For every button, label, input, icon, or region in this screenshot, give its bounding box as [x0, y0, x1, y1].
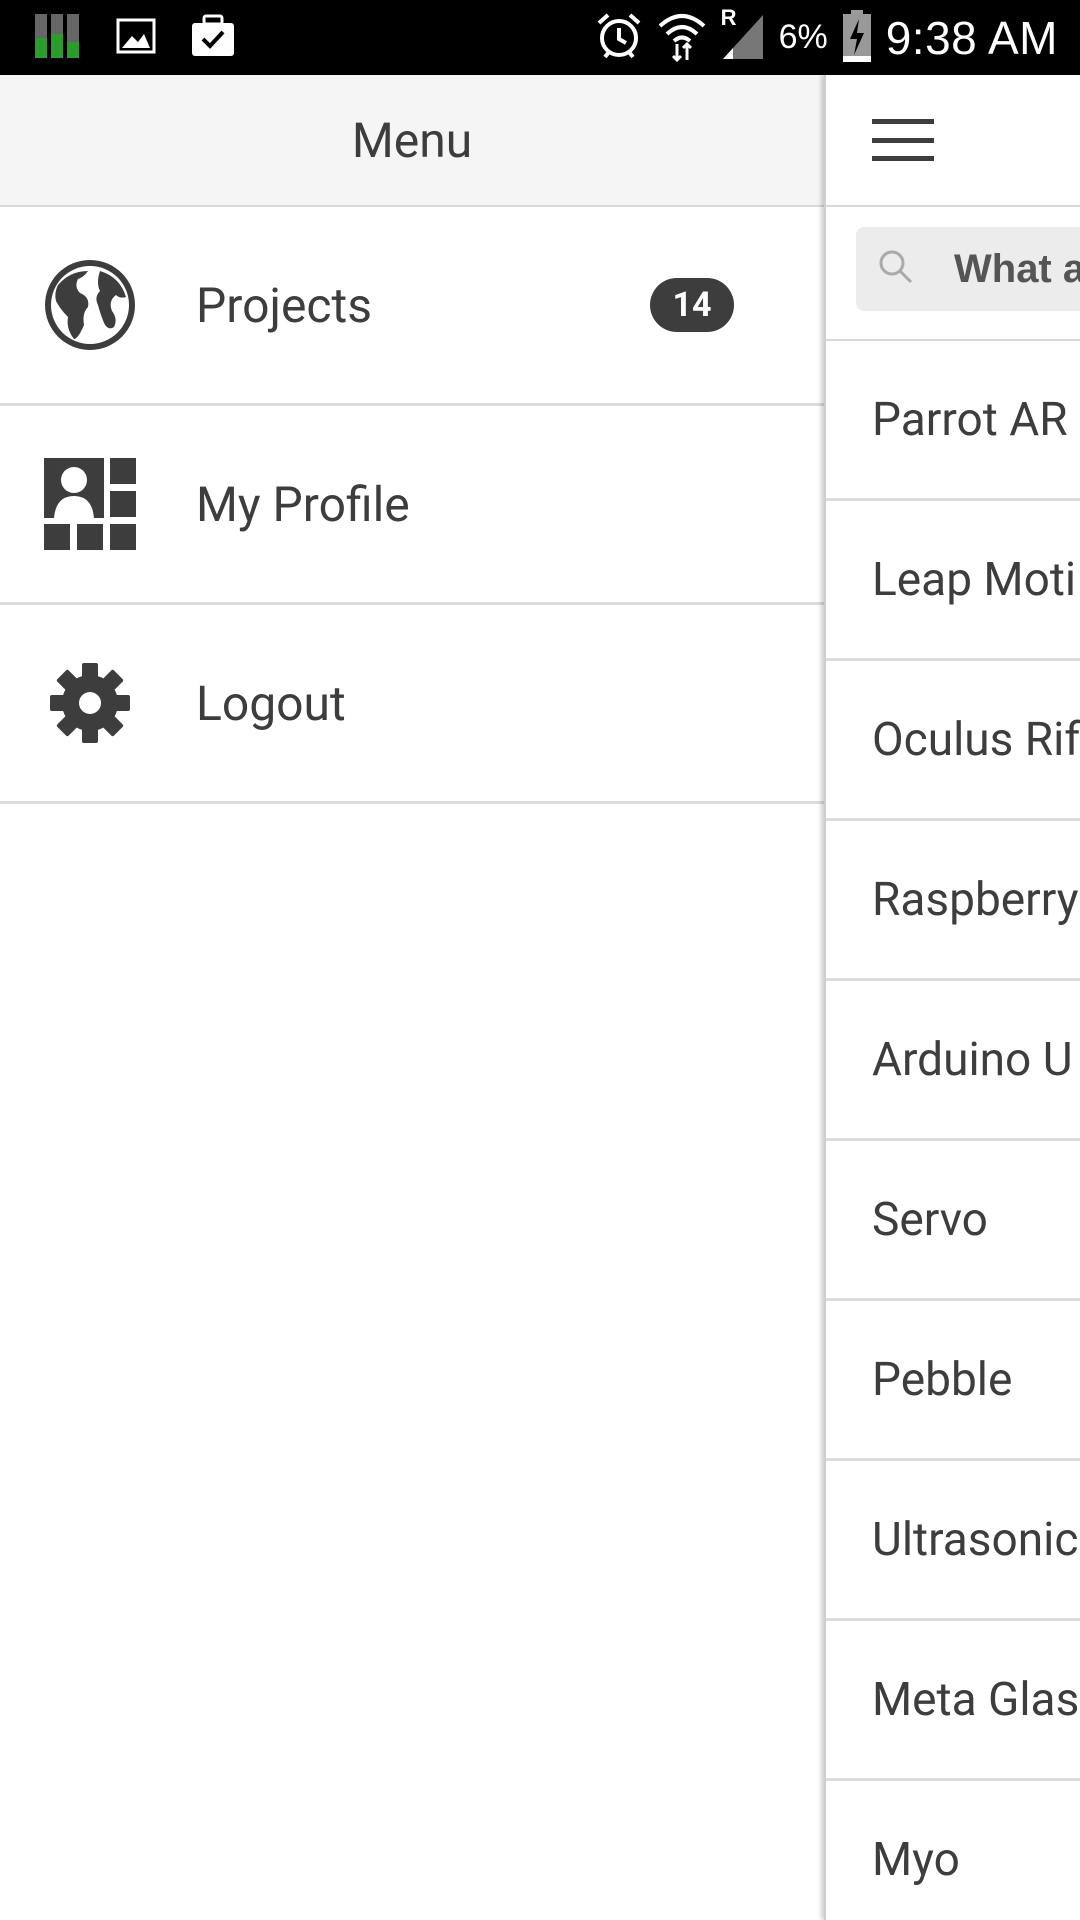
alarm-icon: [595, 11, 643, 65]
list-item-label: Raspberry: [872, 872, 1079, 927]
image-icon: [116, 18, 156, 58]
list-item-label: Servo: [872, 1192, 988, 1247]
cell-signal-icon: R: [721, 5, 765, 65]
menu-item-my-profile[interactable]: My Profile: [0, 406, 824, 605]
navigation-drawer: Menu Projects 14 My Profile Logout: [0, 75, 824, 1920]
menu-item-projects[interactable]: Projects 14: [0, 207, 824, 406]
menu-item-logout[interactable]: Logout: [0, 605, 824, 804]
list-item[interactable]: Arduino U: [826, 981, 1080, 1141]
list-item[interactable]: Raspberry: [826, 821, 1080, 981]
menu-item-label: Logout: [196, 674, 346, 732]
profile-grid-icon: [44, 458, 136, 550]
projects-count-badge: 14: [650, 278, 734, 332]
drawer-header: Menu: [0, 75, 824, 207]
list-item-label: Leap Moti: [872, 552, 1077, 607]
search-bar: [826, 207, 1080, 341]
signal-bars-icon: [34, 12, 82, 64]
search-input[interactable]: [954, 227, 1080, 311]
list-item-label: Arduino U: [872, 1032, 1073, 1087]
briefcase-check-icon: [190, 14, 236, 62]
list-item[interactable]: Ultrasonic: [826, 1461, 1080, 1621]
battery-percent: 6%: [778, 18, 828, 56]
list-item[interactable]: Pebble: [826, 1301, 1080, 1461]
clock-time: 9:38 AM: [885, 11, 1058, 64]
search-icon: [876, 247, 916, 291]
main-header: [826, 75, 1080, 207]
list-item[interactable]: Myo: [826, 1781, 1080, 1920]
list-item-label: Myo: [872, 1832, 960, 1887]
list-item-label: Parrot AR: [872, 392, 1068, 447]
list-item-label: Ultrasonic: [872, 1512, 1079, 1567]
menu-item-label: Projects: [196, 276, 372, 334]
list-item[interactable]: Oculus Rif: [826, 661, 1080, 821]
list-item-label: Meta Glas: [872, 1672, 1080, 1727]
globe-icon: [44, 259, 136, 351]
drawer-title: Menu: [351, 111, 473, 169]
search-box[interactable]: [856, 227, 1080, 311]
wifi-icon: [657, 10, 707, 66]
list-item[interactable]: Meta Glas: [826, 1621, 1080, 1781]
list-item[interactable]: Leap Moti: [826, 501, 1080, 661]
list-item[interactable]: Servo: [826, 1141, 1080, 1301]
hamburger-menu-icon[interactable]: [872, 113, 934, 167]
main-content-panel[interactable]: Parrot AR Leap Moti Oculus Rif Raspberry…: [824, 75, 1080, 1920]
roaming-label: R: [720, 4, 737, 30]
gear-icon: [44, 657, 136, 749]
list-item[interactable]: Parrot AR: [826, 341, 1080, 501]
status-bar: R 6% 9:38 AM: [0, 0, 1080, 75]
list-item-label: Pebble: [872, 1352, 1013, 1407]
list-item-label: Oculus Rif: [872, 712, 1080, 767]
battery-charging-icon: [842, 9, 872, 67]
menu-item-label: My Profile: [196, 475, 410, 533]
